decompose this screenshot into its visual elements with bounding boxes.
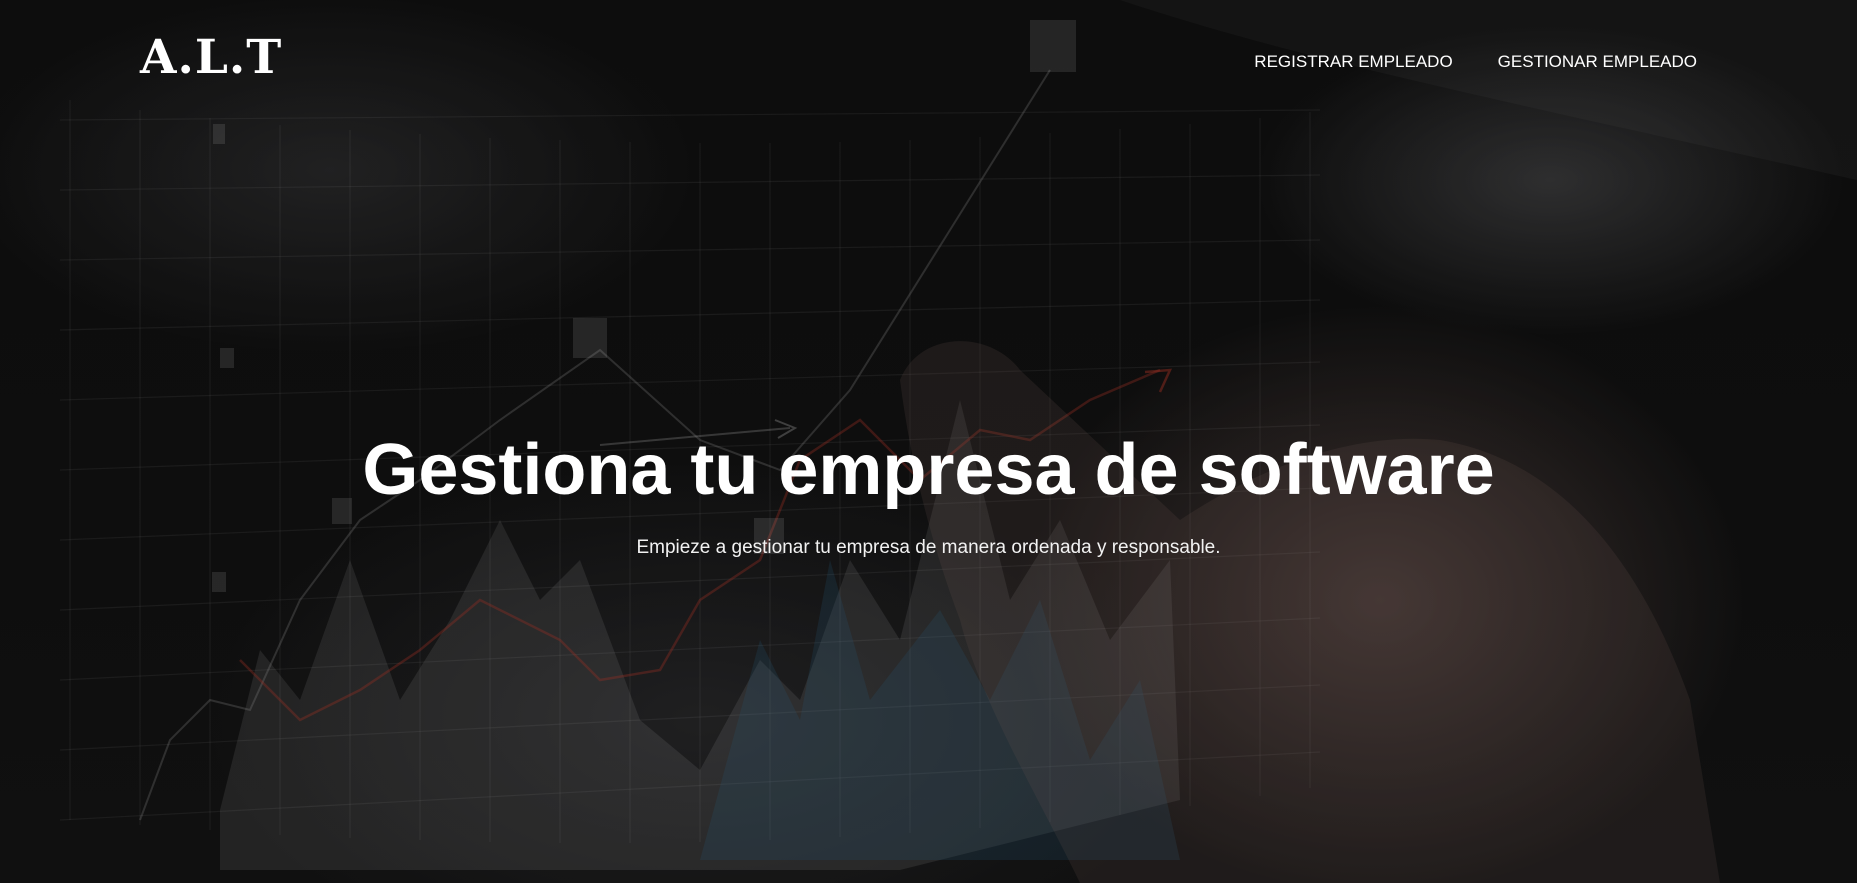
main-navigation: REGISTRAR EMPLEADO GESTIONAR EMPLEADO <box>1254 53 1697 70</box>
nav-link-registrar-empleado[interactable]: REGISTRAR EMPLEADO <box>1254 53 1452 70</box>
hero-subtitle: Empieze a gestionar tu empresa de manera… <box>636 537 1221 558</box>
nav-link-gestionar-empleado[interactable]: GESTIONAR EMPLEADO <box>1498 53 1697 70</box>
hero-title: Gestiona tu empresa de software <box>362 430 1495 510</box>
hero-section: A.L.T REGISTRAR EMPLEADO GESTIONAR EMPLE… <box>0 0 1857 883</box>
brand-logo[interactable]: A.L.T <box>140 34 282 81</box>
